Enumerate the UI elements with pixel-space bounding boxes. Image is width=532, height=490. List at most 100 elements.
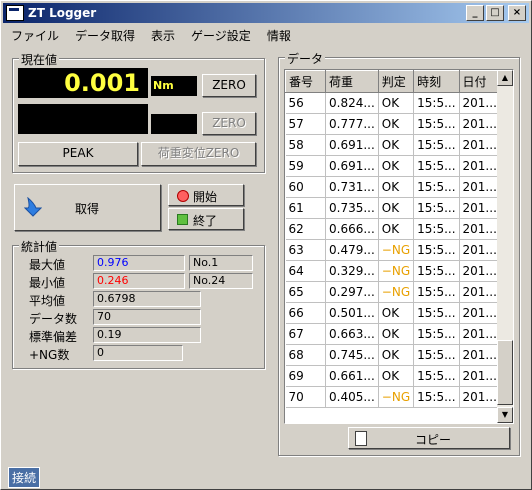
scroll-up-button[interactable]: ▲ bbox=[497, 70, 513, 86]
unit-display: Nm bbox=[151, 76, 197, 96]
table-cell: 0.501... bbox=[325, 302, 379, 324]
table-cell: 0.666... bbox=[325, 218, 379, 240]
app-window: ZT Logger _ □ × ファイル データ取得 表示 ゲージ設定 情報 現… bbox=[0, 0, 532, 490]
col-judgment[interactable]: 判定 bbox=[377, 70, 415, 93]
table-row[interactable]: 67 0.663... OK 15:5... 201... bbox=[285, 323, 501, 345]
maximize-button[interactable]: □ bbox=[486, 5, 504, 21]
table-cell: OK bbox=[378, 92, 415, 114]
scroll-down-button[interactable]: ▼ bbox=[497, 407, 513, 423]
table-cell: 201... bbox=[459, 323, 501, 345]
acquire-button[interactable]: 取得 bbox=[14, 184, 161, 231]
table-cell: 201... bbox=[459, 365, 501, 387]
table-cell: 66 bbox=[285, 302, 326, 324]
end-button[interactable]: 終了 bbox=[168, 208, 244, 230]
table-cell: 15:5... bbox=[413, 386, 460, 408]
table-cell: OK bbox=[378, 365, 415, 387]
table-cell: 67 bbox=[285, 323, 326, 345]
table-cell: OK bbox=[378, 218, 415, 240]
table-row[interactable]: 56 0.824... OK 15:5... 201... bbox=[285, 92, 501, 114]
table-cell: OK bbox=[378, 176, 415, 198]
load-displacement-zero-button[interactable]: 荷重変位ZERO bbox=[141, 142, 256, 166]
peak-button[interactable]: PEAK bbox=[18, 142, 138, 166]
count-value-field: 70 bbox=[93, 309, 201, 325]
table-row[interactable]: 64 0.329... −NG 15:5... 201... bbox=[285, 260, 501, 282]
table-row[interactable]: 66 0.501... OK 15:5... 201... bbox=[285, 302, 501, 324]
data-table-container[interactable]: 番号 荷重 判定 時刻 日付 56 0.824... OK 15:5... 201...… bbox=[284, 69, 514, 424]
vertical-scrollbar[interactable]: ▲ ▼ bbox=[497, 70, 513, 423]
table-cell: 63 bbox=[285, 239, 326, 261]
menu-gauge-settings[interactable]: ゲージ設定 bbox=[183, 25, 259, 45]
std-label: 標準偏差 bbox=[29, 330, 78, 344]
connection-status-badge: 接続 bbox=[8, 467, 41, 488]
table-row[interactable]: 58 0.691... OK 15:5... 201... bbox=[285, 134, 501, 156]
table-row[interactable]: 70 0.405... −NG 15:5... 201... bbox=[285, 386, 501, 408]
col-load[interactable]: 荷重 bbox=[325, 70, 379, 93]
table-cell: 15:5... bbox=[413, 134, 460, 156]
table-cell: 201... bbox=[459, 218, 501, 240]
table-row[interactable]: 59 0.691... OK 15:5... 201... bbox=[285, 155, 501, 177]
data-title: データ bbox=[285, 50, 326, 67]
table-cell: 68 bbox=[285, 344, 326, 366]
ng-count-label: +NG数 bbox=[29, 348, 70, 362]
table-cell: 15:5... bbox=[413, 260, 460, 282]
table-cell: 201... bbox=[459, 134, 501, 156]
min-label: 最小値 bbox=[29, 276, 66, 290]
table-row[interactable]: 68 0.745... OK 15:5... 201... bbox=[285, 344, 501, 366]
menu-info[interactable]: 情報 bbox=[259, 25, 299, 45]
table-cell: 0.329... bbox=[325, 260, 379, 282]
current-value: 0.001 bbox=[64, 69, 140, 97]
table-cell: 69 bbox=[285, 365, 326, 387]
table-cell: 15:5... bbox=[413, 176, 460, 198]
title-bar[interactable]: ZT Logger _ □ × bbox=[3, 3, 529, 23]
arrow-down-icon bbox=[23, 196, 43, 217]
table-cell: 64 bbox=[285, 260, 326, 282]
table-row[interactable]: 65 0.297... −NG 15:5... 201... bbox=[285, 281, 501, 303]
table-row[interactable]: 63 0.479... −NG 15:5... 201... bbox=[285, 239, 501, 261]
copy-label: コピー bbox=[415, 433, 452, 447]
count-label: データ数 bbox=[29, 312, 78, 326]
zero-secondary-button[interactable]: ZERO bbox=[202, 112, 256, 135]
table-cell: 201... bbox=[459, 281, 501, 303]
table-cell: 201... bbox=[459, 92, 501, 114]
table-row[interactable]: 62 0.666... OK 15:5... 201... bbox=[285, 218, 501, 240]
close-button[interactable]: × bbox=[508, 5, 526, 21]
table-cell: 201... bbox=[459, 113, 501, 135]
copy-button[interactable]: コピー bbox=[348, 427, 510, 449]
menu-view[interactable]: 表示 bbox=[143, 25, 183, 45]
col-number[interactable]: 番号 bbox=[285, 70, 326, 93]
start-button[interactable]: 開始 bbox=[168, 184, 244, 206]
table-cell: −NG bbox=[378, 239, 415, 261]
table-cell: 0.405... bbox=[325, 386, 379, 408]
minimize-button[interactable]: _ bbox=[466, 5, 484, 21]
avg-value-field: 0.6798 bbox=[93, 291, 201, 307]
table-cell: 201... bbox=[459, 302, 501, 324]
table-row[interactable]: 60 0.731... OK 15:5... 201... bbox=[285, 176, 501, 198]
table-cell: −NG bbox=[378, 260, 415, 282]
table-cell: 0.824... bbox=[325, 92, 379, 114]
green-square-icon bbox=[177, 214, 188, 225]
table-row[interactable]: 61 0.735... OK 15:5... 201... bbox=[285, 197, 501, 219]
table-cell: −NG bbox=[378, 386, 415, 408]
scroll-thumb[interactable] bbox=[497, 340, 513, 405]
col-date[interactable]: 日付 bbox=[458, 70, 501, 93]
zero-button[interactable]: ZERO bbox=[202, 74, 256, 97]
app-icon bbox=[6, 5, 24, 21]
table-cell: 15:5... bbox=[413, 344, 460, 366]
table-cell: 0.297... bbox=[325, 281, 379, 303]
table-cell: 15:5... bbox=[413, 92, 460, 114]
table-cell: 0.479... bbox=[325, 239, 379, 261]
menu-bar: ファイル データ取得 表示 ゲージ設定 情報 bbox=[3, 25, 299, 45]
table-row[interactable]: 57 0.777... OK 15:5... 201... bbox=[285, 113, 501, 135]
menu-acquire[interactable]: データ取得 bbox=[67, 25, 143, 45]
table-cell: 15:5... bbox=[413, 113, 460, 135]
table-cell: OK bbox=[378, 134, 415, 156]
table-cell: OK bbox=[378, 155, 415, 177]
col-time[interactable]: 時刻 bbox=[413, 70, 460, 93]
table-cell: 201... bbox=[459, 260, 501, 282]
menu-file[interactable]: ファイル bbox=[3, 25, 67, 45]
statistics-title: 統計値 bbox=[19, 238, 60, 255]
table-row[interactable]: 69 0.661... OK 15:5... 201... bbox=[285, 365, 501, 387]
table-cell: 59 bbox=[285, 155, 326, 177]
start-label: 開始 bbox=[193, 190, 218, 204]
table-cell: −NG bbox=[378, 281, 415, 303]
